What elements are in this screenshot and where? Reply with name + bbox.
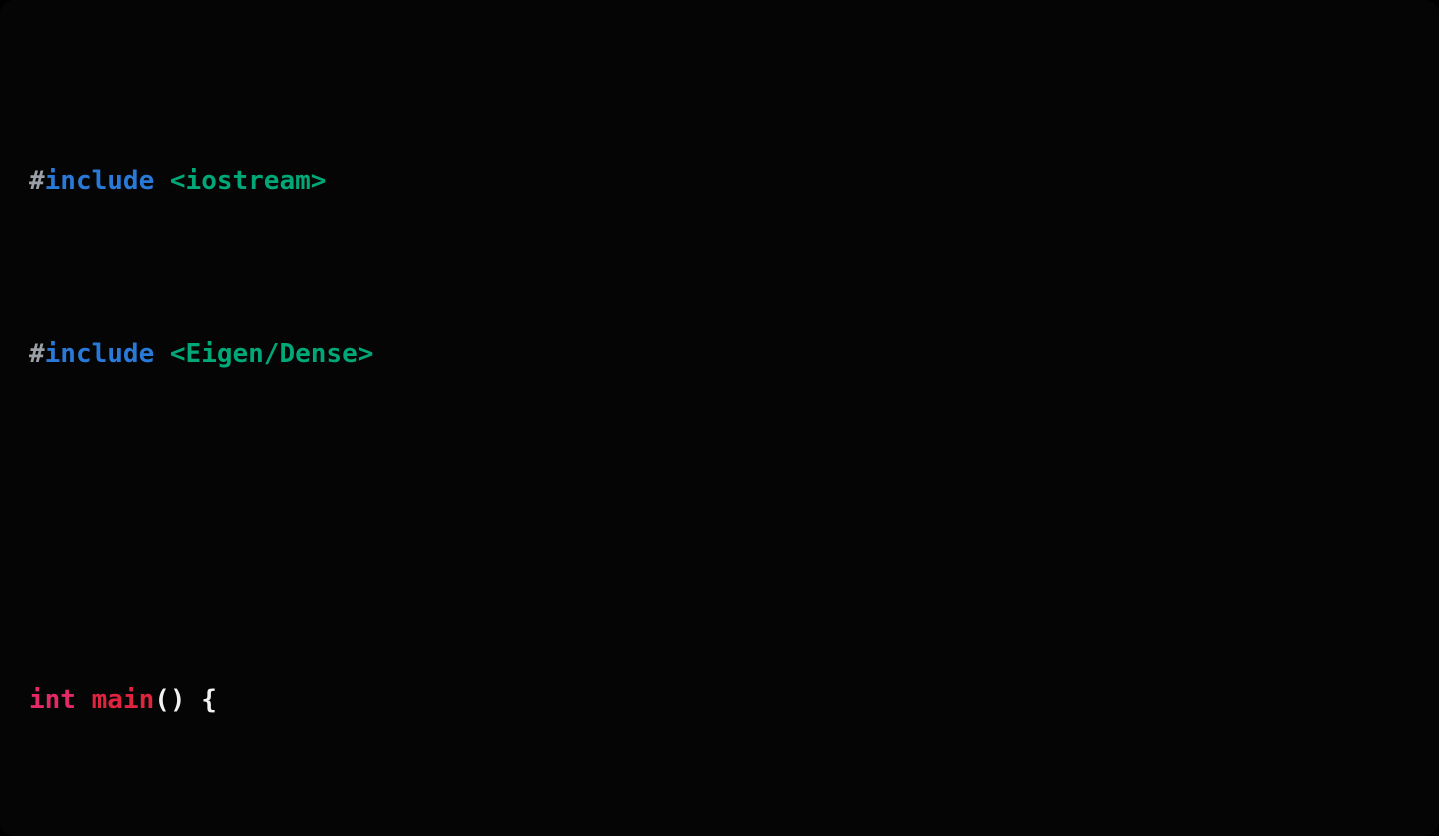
include-header-eigen-dense: <Eigen/Dense>: [169, 339, 374, 370]
preprocessor-directive: include: [44, 339, 155, 370]
preprocessor-hash: #: [29, 165, 45, 196]
code-line-2: #include <Eigen/Dense>: [29, 333, 1439, 376]
keyword-int: int: [29, 685, 76, 716]
code-line-3-blank: [29, 506, 1439, 549]
code-snippet-card: #include <iostream> #include <Eigen/Dens…: [0, 0, 1439, 836]
code-block: #include <iostream> #include <Eigen/Dens…: [0, 30, 1439, 836]
function-main: main: [91, 685, 155, 716]
include-header-iostream: <iostream>: [169, 165, 327, 196]
code-line-1: #include <iostream>: [29, 160, 1439, 203]
code-line-4: int main() {: [29, 679, 1439, 722]
main-signature-tail: () {: [154, 685, 217, 716]
preprocessor-hash: #: [29, 339, 45, 370]
preprocessor-directive: include: [44, 165, 155, 196]
